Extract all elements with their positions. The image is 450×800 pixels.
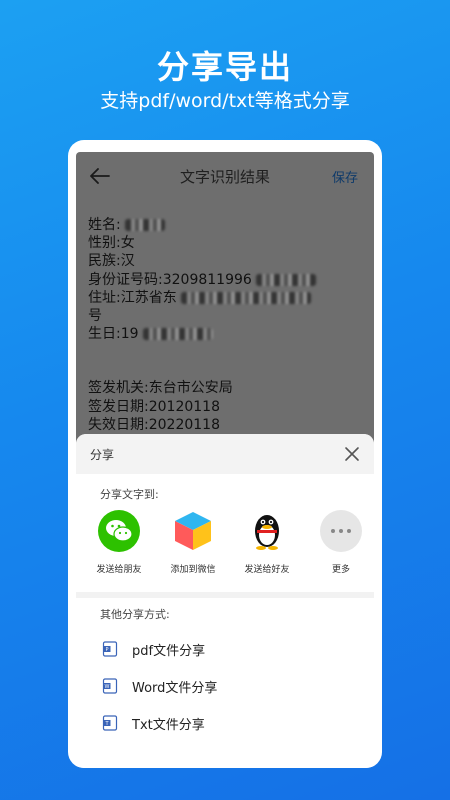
page-title: 文字识别结果: [179, 168, 270, 186]
promo-subtitle: 支持pdf/word/txt等格式分享: [100, 90, 350, 112]
close-icon: [345, 447, 359, 461]
share-sheet: 分享 分享文字到: 发送给朋友 添加到微信 发送给好友 更多 其他分享方式: P…: [76, 434, 374, 768]
txt-file-icon: T: [102, 715, 118, 731]
redacted-block: [256, 273, 317, 286]
svg-text:W: W: [105, 684, 110, 690]
ocr-text-area[interactable]: 姓名: 性别:女 民族:汉 身份证号码:3209811996 住址:江苏省东 号: [88, 216, 368, 434]
ocr-line-birthday: 生日:19: [88, 325, 368, 343]
share-pdf-file[interactable]: P pdf文件分享: [102, 637, 205, 661]
ocr-line-issuer: 签发机关:东台市公安局: [88, 380, 233, 397]
top-bar: 文字识别结果 保存: [76, 152, 374, 200]
word-file-icon: W: [102, 678, 118, 694]
pdf-file-icon: P: [102, 641, 118, 657]
cube-icon: [172, 510, 214, 552]
promo-title: 分享导出: [156, 48, 293, 86]
share-sheet-header: 分享: [76, 434, 374, 474]
redacted-block: [125, 219, 166, 231]
ocr-line-address: 住址:江苏省东: [88, 289, 368, 307]
ocr-line-name: 姓名:: [88, 216, 368, 234]
ocr-line-expiry-date: 失效日期:20220118: [88, 416, 220, 433]
svg-text:P: P: [105, 647, 108, 653]
ocr-line-id-number: 身份证号码:3209811996: [88, 271, 368, 289]
ocr-line-address-cont: 号: [88, 308, 102, 325]
share-wechat-add[interactable]: 添加到微信: [156, 510, 230, 575]
ocr-line-gender: 性别:女: [88, 235, 135, 252]
other-methods-label: 其他分享方式:: [100, 608, 170, 621]
wechat-icon: [98, 510, 140, 552]
share-more[interactable]: 更多: [304, 510, 378, 575]
share-word-file[interactable]: W Word文件分享: [102, 674, 217, 698]
redacted-block: [143, 328, 213, 341]
share-txt-file[interactable]: T Txt文件分享: [102, 711, 205, 735]
save-button[interactable]: 保存: [332, 167, 358, 186]
phone-screen: 文字识别结果 保存 姓名: 性别:女 民族:汉 身份证号码:3209811996…: [68, 140, 382, 768]
redacted-block: [181, 291, 312, 304]
ocr-line-issue-date: 签发日期:20120118: [88, 398, 220, 415]
ocr-line-ethnicity: 民族:汉: [88, 253, 135, 270]
share-wechat-friend[interactable]: 发送给朋友: [82, 510, 156, 575]
share-text-label: 分享文字到:: [100, 488, 159, 501]
close-button[interactable]: [342, 444, 362, 464]
section-divider: [76, 592, 374, 598]
share-sheet-title: 分享: [90, 448, 115, 462]
share-app-list: 发送给朋友 添加到微信 发送给好友 更多: [76, 510, 374, 590]
more-dots-icon: [320, 510, 362, 552]
share-qq-friend[interactable]: 发送给好友: [230, 510, 304, 575]
qq-penguin-icon: [246, 510, 288, 552]
